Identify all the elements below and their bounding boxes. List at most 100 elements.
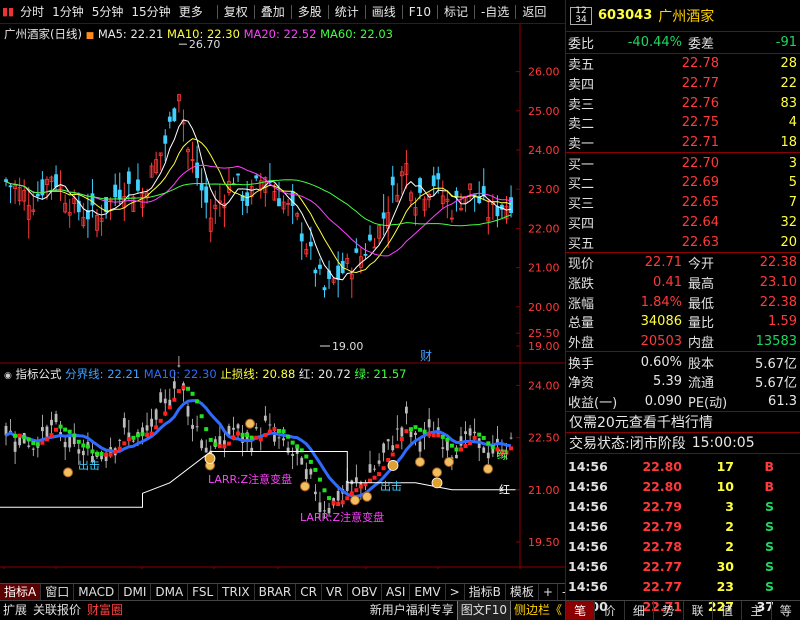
tb-fenshi[interactable]: 分时	[16, 0, 48, 23]
bids-row[interactable]: 买一 22.70 3	[566, 153, 800, 173]
bids-price[interactable]: 22.65	[614, 195, 757, 210]
rtab-lian[interactable]: 联	[682, 601, 712, 620]
depth-promo-text[interactable]: 仅需20元查看千档行情	[569, 412, 713, 432]
asks-label: 卖二	[568, 117, 595, 133]
tab-window[interactable]: 窗口	[41, 584, 75, 600]
red-signal	[54, 427, 59, 432]
collapse-icon[interactable]: ◉	[4, 371, 12, 381]
rtab-zhu[interactable]: 主	[741, 601, 770, 620]
ind-candle-body	[236, 424, 240, 429]
tab-dma[interactable]: DMA	[151, 584, 189, 600]
red-signal	[149, 431, 154, 436]
green-signal	[422, 429, 427, 434]
stat-value: 22.38	[759, 255, 797, 271]
depth-promo[interactable]: 仅需20元查看千档行情	[566, 412, 800, 434]
menu-icon[interactable]: ▮▮	[0, 5, 16, 18]
tb-zixuan[interactable]: -自选	[477, 0, 513, 23]
kline-chart-svg[interactable]: 26.00 25.00 24.00 23.00 22.00 21.00 20.00 19.00…	[0, 24, 565, 569]
bottom-expand[interactable]: 扩展	[0, 601, 30, 620]
ind-candle-body	[368, 464, 372, 473]
tb-duogu[interactable]: 多股	[294, 0, 326, 23]
asks-row[interactable]: 卖五 22.78 28	[566, 54, 800, 74]
tab-remove[interactable]: -	[558, 584, 565, 600]
bids-price[interactable]: 22.70	[614, 156, 757, 171]
rtab-bi[interactable]: 笔	[565, 601, 595, 620]
asks-price[interactable]: 22.76	[614, 96, 757, 111]
tb-diejia[interactable]: 叠加	[257, 0, 289, 23]
bottom-related-quote[interactable]: 关联报价	[30, 601, 84, 620]
asks-row[interactable]: 卖一 22.71 18	[566, 133, 800, 153]
indicator-title[interactable]: 指标公式	[16, 367, 62, 381]
tb-fuquan[interactable]: 复权	[220, 0, 252, 23]
tb-huaxian[interactable]: 画线	[368, 0, 400, 23]
chart-area[interactable]: 26.00 25.00 24.00 23.00 22.00 21.00 20.00 19.00…	[0, 24, 565, 569]
asks-price[interactable]: 22.75	[614, 115, 757, 130]
trade-time: 14:56	[568, 578, 608, 594]
bids-row[interactable]: 买四 22.64 32	[566, 213, 800, 233]
bids-row[interactable]: 买二 22.69 5	[566, 173, 800, 193]
green-signal	[245, 433, 250, 438]
ind-candle-body	[309, 469, 313, 475]
tb-15min[interactable]: 15分钟	[127, 0, 174, 23]
rtab-deng[interactable]: 等	[770, 601, 800, 620]
candle-body	[163, 135, 168, 144]
bottom-sidebar[interactable]: 侧边栏《	[511, 601, 565, 620]
tb-f10[interactable]: F10	[405, 0, 435, 23]
hand-signal-icon	[300, 481, 310, 492]
tab-indicator-b[interactable]: 指标B	[465, 584, 506, 600]
tab-brar[interactable]: BRAR	[255, 584, 297, 600]
candle-body	[199, 183, 204, 191]
asks-row[interactable]: 卖二 22.75 4	[566, 113, 800, 133]
tab-trix[interactable]: TRIX	[218, 584, 255, 600]
tb-fanhui[interactable]: 返回	[518, 0, 550, 23]
number-badge-icon[interactable]: 12 34	[570, 6, 592, 25]
tab-asi[interactable]: ASI	[382, 584, 411, 600]
tab-cr[interactable]: CR	[296, 584, 322, 600]
bids-price[interactable]: 22.63	[614, 235, 757, 250]
tb-1min[interactable]: 1分钟	[48, 0, 88, 23]
tab-dmi[interactable]: DMI	[119, 584, 152, 600]
tb-more[interactable]: 更多	[175, 0, 207, 23]
tb-biaoji[interactable]: 标记	[440, 0, 472, 23]
hand-signal-icon	[432, 467, 442, 478]
ind-candle-body	[186, 406, 190, 417]
rtab-shi[interactable]: 势	[653, 601, 682, 620]
ind-candle-body	[400, 427, 404, 437]
rtab-xi[interactable]: 细	[623, 601, 653, 620]
red-signal	[122, 441, 127, 446]
candle-body	[372, 246, 377, 249]
asks-price[interactable]: 22.78	[614, 56, 757, 71]
tab-indicator-a[interactable]: 指标A	[0, 584, 42, 600]
bottom-f10[interactable]: 图文F10	[456, 601, 511, 620]
ind-candle-body	[254, 427, 258, 429]
asks-price[interactable]: 22.71	[614, 135, 757, 150]
tab-template[interactable]: 模板	[506, 584, 539, 600]
asks-row[interactable]: 卖三 22.76 83	[566, 93, 800, 113]
tab-add[interactable]: +	[539, 584, 558, 600]
tb-5min[interactable]: 5分钟	[88, 0, 128, 23]
tab-fsl[interactable]: FSL	[188, 584, 219, 600]
bottom-new-user[interactable]: 新用户福利专享	[367, 601, 457, 620]
asks-row[interactable]: 卖四 22.77 22	[566, 74, 800, 94]
trade-volume: 23	[716, 578, 734, 594]
bids-price[interactable]: 22.64	[614, 215, 757, 230]
bids-price[interactable]: 22.69	[614, 175, 757, 190]
finance-marker-icon[interactable]: 财	[420, 349, 432, 363]
tab-next[interactable]: >	[446, 584, 465, 600]
rtab-zhi[interactable]: 值	[711, 601, 741, 620]
candle-body	[495, 206, 500, 217]
asks-price[interactable]: 22.77	[614, 76, 757, 91]
stat-label: 流通	[688, 376, 715, 392]
ind-candle-body	[418, 441, 422, 452]
tab-macd[interactable]: MACD	[74, 584, 120, 600]
rtab-jia[interactable]: 价	[594, 601, 623, 620]
bids-row[interactable]: 买五 22.63 20	[566, 232, 800, 252]
tab-vr[interactable]: VR	[322, 584, 348, 600]
bids-row[interactable]: 买三 22.65 7	[566, 193, 800, 213]
trade-direction: S	[764, 498, 774, 514]
trade-volume: 2	[725, 538, 734, 554]
bottom-wealth-circle[interactable]: 财富圈	[84, 601, 126, 620]
tb-tongji[interactable]: 统计	[331, 0, 363, 23]
tab-obv[interactable]: OBV	[348, 584, 383, 600]
tab-emv[interactable]: EMV	[410, 584, 446, 600]
